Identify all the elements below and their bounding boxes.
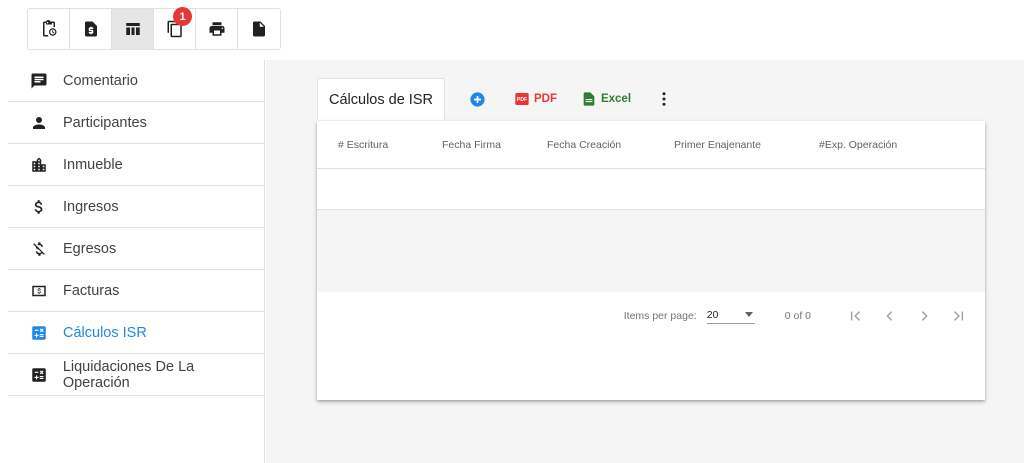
- file-dollar-button[interactable]: [70, 9, 112, 49]
- column-header-escritura[interactable]: # Escritura: [338, 139, 388, 151]
- file-dollar-icon: [84, 21, 97, 37]
- tab-calculos-de-isr[interactable]: Cálculos de ISR: [317, 78, 445, 120]
- clipboard-clock-button[interactable]: [28, 9, 70, 49]
- sidebar-item-egresos[interactable]: Egresos: [8, 228, 264, 270]
- page-range-label: 0 of 0: [784, 310, 811, 322]
- invoice-icon: [32, 285, 46, 296]
- sidebar-item-ingresos[interactable]: Ingresos: [8, 186, 264, 228]
- previous-page-button[interactable]: [873, 302, 907, 330]
- add-circle-icon: [470, 91, 485, 107]
- table-view-button[interactable]: [112, 9, 154, 49]
- sidebar-item-inmueble[interactable]: Inmueble: [8, 144, 264, 186]
- comment-icon: [31, 73, 47, 88]
- excel-file-icon: [583, 92, 595, 106]
- more-vert-icon: [662, 92, 666, 106]
- sidebar-item-liquidaciones[interactable]: Liquidaciones De La Operación: [8, 354, 264, 396]
- calculator-icon: [32, 325, 46, 340]
- sidebar-item-label: Facturas: [63, 282, 120, 299]
- items-per-page-label: Items per page:: [623, 310, 697, 322]
- paginator: Items per page: 20 0 of 0: [317, 292, 985, 340]
- add-button[interactable]: [469, 91, 490, 108]
- chevron-down-icon: [744, 312, 753, 317]
- first-page-icon: [850, 311, 860, 321]
- sidebar-item-comentario[interactable]: Comentario: [8, 60, 264, 102]
- file-button[interactable]: [238, 9, 280, 49]
- column-header-fecha-creacion[interactable]: Fecha Creación: [547, 139, 621, 151]
- results-table: # Escritura Fecha Firma Fecha Creación P…: [317, 121, 985, 400]
- print-button[interactable]: [196, 9, 238, 49]
- sidebar-item-label: Participantes: [63, 114, 147, 131]
- chevron-right-icon: [921, 311, 928, 321]
- money-off-icon: [33, 241, 45, 256]
- items-per-page-select[interactable]: 20: [706, 308, 755, 324]
- top-toolbar: 1: [27, 7, 281, 50]
- pdf-icon: PDF: [515, 93, 529, 105]
- table-icon: [125, 23, 140, 35]
- clipboard-clock-icon: [42, 20, 56, 37]
- export-pdf-label: PDF: [533, 93, 557, 105]
- table-header: # Escritura Fecha Firma Fecha Creación P…: [317, 121, 985, 169]
- copy-button[interactable]: 1: [154, 7, 196, 49]
- sidebar-item-label: Comentario: [63, 72, 138, 89]
- sidebar-item-label: Ingresos: [63, 198, 119, 215]
- export-excel-label: Excel: [600, 93, 632, 105]
- sidebar-item-label: Cálculos ISR: [63, 324, 147, 341]
- chevron-left-icon: [886, 311, 893, 321]
- sidebar-item-label: Inmueble: [63, 156, 123, 173]
- table-empty-area: [317, 210, 985, 292]
- building-icon: [32, 157, 46, 172]
- main-content: Cálculos de ISR PDF PDF Excel # Escritur…: [266, 60, 1024, 463]
- next-page-button[interactable]: [907, 302, 941, 330]
- sidebar-item-calculos-isr[interactable]: Cálculos ISR: [8, 312, 264, 354]
- dollar-icon: [34, 199, 43, 214]
- print-icon: [209, 22, 224, 36]
- column-header-primer-enajenante[interactable]: Primer Enajenante: [674, 139, 761, 151]
- person-icon: [33, 116, 45, 129]
- table-row: [317, 169, 985, 210]
- last-page-icon: [954, 311, 964, 321]
- notification-badge: 1: [173, 7, 192, 26]
- tab-bar: Cálculos de ISR PDF PDF Excel: [317, 78, 677, 120]
- export-pdf-button[interactable]: PDF PDF: [514, 91, 557, 107]
- items-per-page-value: 20: [706, 308, 719, 321]
- export-excel-button[interactable]: Excel: [581, 91, 631, 107]
- calculator-icon: [32, 367, 46, 382]
- last-page-button[interactable]: [941, 302, 975, 330]
- sidebar-item-label: Liquidaciones De La Operación: [62, 358, 195, 391]
- sidebar: Comentario Participantes Inmueble Ingres…: [8, 60, 265, 463]
- column-header-fecha-firma[interactable]: Fecha Firma: [442, 139, 501, 151]
- sidebar-item-label: Egresos: [63, 240, 117, 257]
- file-icon: [253, 21, 265, 37]
- sidebar-item-facturas[interactable]: Facturas: [8, 270, 264, 312]
- first-page-button[interactable]: [839, 302, 873, 330]
- svg-text:PDF: PDF: [517, 97, 527, 103]
- sidebar-item-participantes[interactable]: Participantes: [8, 102, 264, 144]
- more-options-button[interactable]: [655, 90, 677, 108]
- column-header-exp-operacion[interactable]: #Exp. Operación: [819, 139, 897, 151]
